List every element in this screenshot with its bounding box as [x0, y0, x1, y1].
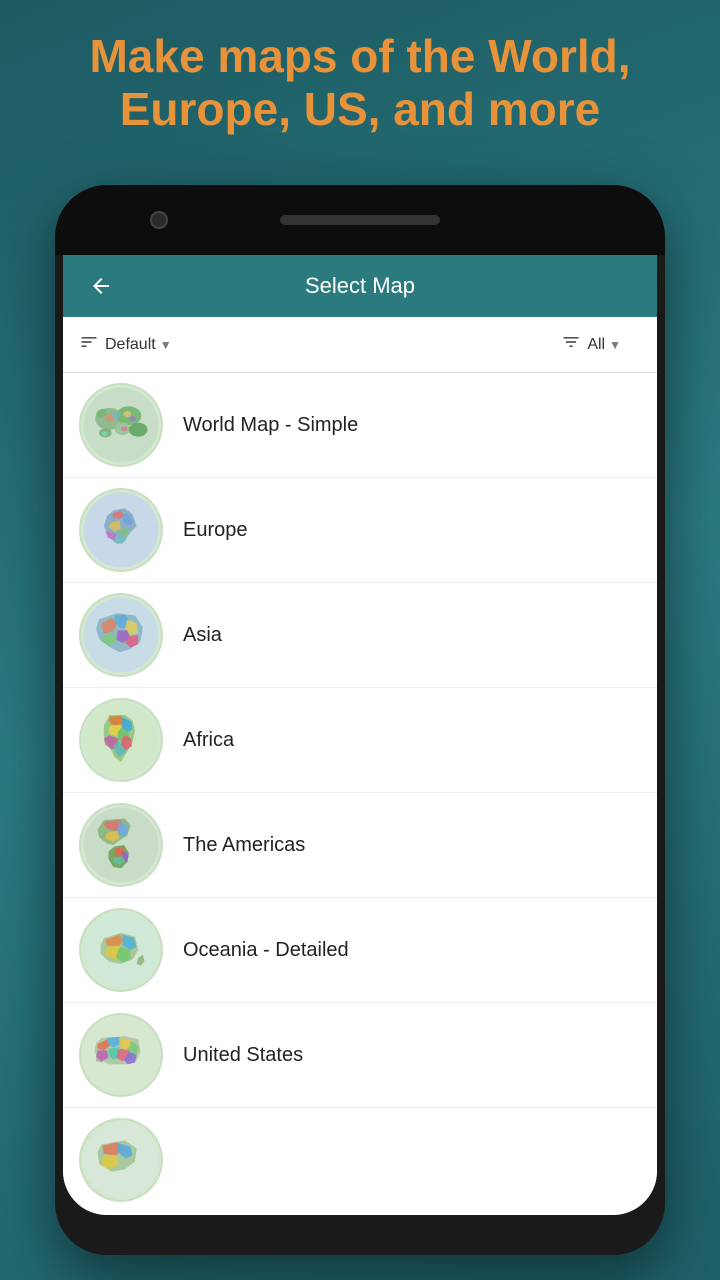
filter-bar: Default ▼ All ▼: [63, 317, 657, 373]
map-thumb-world: [79, 383, 163, 467]
sort-value: Default: [105, 336, 156, 354]
phone-speaker: [280, 215, 440, 225]
map-thumb-more: [79, 1118, 163, 1202]
app-header: Select Map: [63, 255, 657, 317]
map-item-world[interactable]: World Map - Simple: [63, 373, 657, 478]
map-label-oceania: Oceania - Detailed: [183, 939, 349, 962]
back-button[interactable]: [83, 268, 119, 304]
map-label-americas: The Americas: [183, 834, 305, 857]
map-label-africa: Africa: [183, 729, 234, 752]
map-thumb-us: [79, 1013, 163, 1097]
map-label-asia: Asia: [183, 624, 222, 647]
filter-value: All: [587, 336, 605, 354]
map-item-more[interactable]: [63, 1108, 657, 1212]
phone-camera: [150, 211, 168, 229]
phone-bottom: [55, 1215, 665, 1255]
map-label-us: United States: [183, 1044, 303, 1067]
map-item-oceania[interactable]: Oceania - Detailed: [63, 898, 657, 1003]
map-thumb-oceania: [79, 908, 163, 992]
filter-arrow: ▼: [609, 338, 621, 352]
map-item-africa[interactable]: Africa: [63, 688, 657, 793]
filter-icon: [561, 332, 581, 357]
phone-frame: Select Map Default ▼ All ▼: [55, 185, 665, 1255]
map-label-europe: Europe: [183, 519, 248, 542]
map-item-us[interactable]: United States: [63, 1003, 657, 1108]
map-thumb-asia: [79, 593, 163, 677]
headline-line2: Europe, US, and more: [120, 83, 601, 135]
phone-screen: Select Map Default ▼ All ▼: [63, 255, 657, 1215]
map-item-europe[interactable]: Europe: [63, 478, 657, 583]
map-thumb-americas: [79, 803, 163, 887]
map-item-americas[interactable]: The Americas: [63, 793, 657, 898]
map-label-world: World Map - Simple: [183, 414, 358, 437]
screen-title: Select Map: [129, 273, 591, 299]
headline-line1: Make maps of the World,: [89, 30, 630, 82]
map-thumb-africa: [79, 698, 163, 782]
filter-dropdown[interactable]: All ▼: [587, 336, 621, 354]
sort-icon: [79, 332, 99, 357]
map-item-asia[interactable]: Asia: [63, 583, 657, 688]
map-list: World Map - Simple: [63, 373, 657, 1215]
phone-topbar: [55, 185, 665, 255]
map-thumb-europe: [79, 488, 163, 572]
sort-arrow: ▼: [160, 338, 172, 352]
headline: Make maps of the World, Europe, US, and …: [0, 30, 720, 136]
sort-dropdown[interactable]: Default ▼: [105, 336, 172, 354]
